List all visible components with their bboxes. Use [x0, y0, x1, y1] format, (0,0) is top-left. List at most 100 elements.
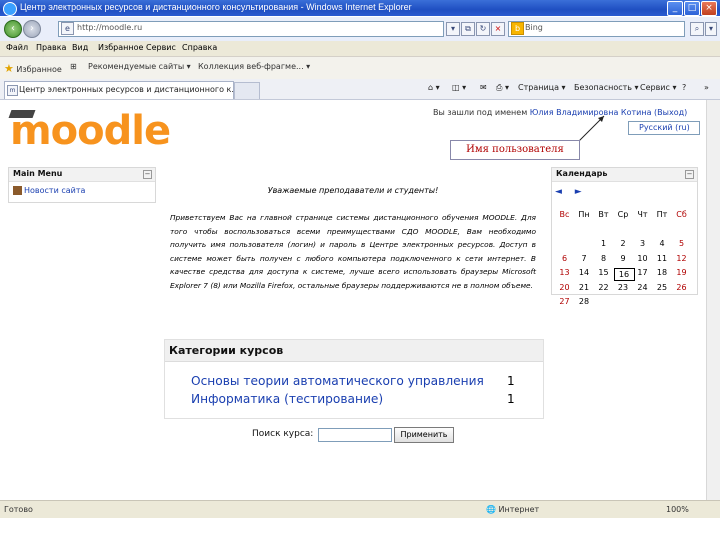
calendar-day[interactable]: 17: [633, 268, 652, 277]
calendar-day[interactable]: 5: [672, 239, 691, 248]
menu-tools[interactable]: Сервис: [146, 43, 176, 52]
star-icon: ★: [4, 62, 14, 75]
menu-file[interactable]: Файл: [6, 43, 28, 52]
favorites-button[interactable]: ★ Избранное: [4, 62, 62, 75]
course-search-button[interactable]: Применить: [394, 427, 454, 443]
calendar-day[interactable]: 25: [653, 283, 672, 292]
internet-zone: 🌐 Интернет: [486, 505, 540, 514]
calendar-prev-icon[interactable]: ◄: [555, 187, 562, 197]
categories-title: Категории курсов: [169, 344, 284, 357]
window-titlebar: Центр электронных ресурсов и дистанционн…: [0, 0, 720, 16]
menu-edit[interactable]: Правка: [36, 43, 66, 52]
more-icon[interactable]: »: [704, 83, 709, 92]
main-menu-block: Main Menu − Новости сайта: [8, 167, 156, 203]
calendar-day[interactable]: 27: [555, 297, 574, 306]
favorites-add-icon[interactable]: ⊞: [70, 62, 77, 71]
calendar-day[interactable]: 26: [672, 283, 691, 292]
calendar-block: Календарь − ◄ ► Вс Пн Вт Ср Чт Пт Сб 1 2 3 4 5 6 7 8 9 1…: [551, 167, 698, 306]
category-link[interactable]: Основы теории автоматического управления: [191, 374, 484, 388]
home-icon[interactable]: ⌂ ▾: [428, 83, 440, 92]
welcome-block: Уважаемые преподаватели и студенты! Прив…: [164, 170, 542, 302]
category-count: 1: [507, 392, 515, 406]
calendar-day[interactable]: 9: [614, 254, 633, 263]
calendar-day[interactable]: 20: [555, 283, 574, 292]
search-input[interactable]: b Bing: [508, 21, 685, 37]
site-news-link[interactable]: Новости сайта: [13, 186, 85, 195]
collapse-icon[interactable]: −: [143, 170, 152, 179]
new-tab-button[interactable]: [234, 82, 260, 99]
tab-title: Центр электронных ресурсов и дистанционн…: [19, 85, 240, 94]
status-bar: Готово 🌐 Интернет 100%: [0, 500, 720, 519]
dropdown-icon[interactable]: ▾: [446, 22, 460, 36]
help-icon[interactable]: ?: [682, 83, 686, 92]
page-icon: e: [61, 22, 74, 35]
zoom-level[interactable]: 100%: [666, 505, 689, 514]
favorites-bar: ★ Избранное ⊞ Рекомендуемые сайты ▾ Колл…: [0, 57, 720, 80]
calendar-weekday: Пн: [578, 210, 590, 219]
calendar-day[interactable]: 3: [633, 239, 652, 248]
page-menu[interactable]: Страница ▾: [518, 83, 566, 92]
feeds-icon[interactable]: ◫ ▾: [452, 83, 466, 92]
calendar-day[interactable]: 19: [672, 268, 691, 277]
main-menu-title: Main Menu: [13, 169, 63, 178]
calendar-weekday: Ср: [617, 210, 629, 219]
calendar-day[interactable]: 24: [633, 283, 652, 292]
calendar-weekday: Сб: [676, 210, 687, 219]
welcome-text: Приветствуем Вас на главной странице сис…: [170, 213, 536, 290]
logout-link[interactable]: (Выход): [654, 108, 687, 117]
calendar-day[interactable]: 15: [594, 268, 613, 277]
maximize-button[interactable]: □: [684, 1, 700, 16]
safety-menu[interactable]: Безопасность ▾: [574, 83, 639, 92]
language-select[interactable]: Русский (ru): [628, 121, 700, 135]
calendar-day[interactable]: 28: [575, 297, 594, 306]
back-button[interactable]: ‹: [4, 20, 22, 38]
menu-favorites[interactable]: Избранное: [98, 43, 143, 52]
calendar-day[interactable]: 2: [614, 239, 633, 248]
calendar-day[interactable]: 22: [594, 283, 613, 292]
collapse-icon[interactable]: −: [685, 170, 694, 179]
calendar-day[interactable]: 1: [594, 239, 613, 248]
address-input[interactable]: e http://moodle.ru: [58, 21, 444, 37]
menu-bar: Файл Правка Вид Избранное Сервис Справка: [0, 41, 720, 57]
mail-icon[interactable]: ✉: [480, 83, 487, 92]
tab-bar: m Центр электронных ресурсов и дистанцио…: [0, 79, 720, 100]
calendar-day[interactable]: 6: [555, 254, 574, 263]
menu-view[interactable]: Вид: [72, 43, 88, 52]
menu-help[interactable]: Справка: [182, 43, 217, 52]
calendar-next-icon[interactable]: ►: [575, 187, 582, 197]
calendar-day[interactable]: 16: [613, 268, 635, 281]
calendar-day[interactable]: 4: [653, 239, 672, 248]
moodle-logo: moodle: [10, 108, 171, 154]
forward-button[interactable]: ›: [23, 20, 41, 38]
refresh-icon[interactable]: ↻: [476, 22, 490, 36]
course-search-input[interactable]: [318, 428, 392, 442]
suggested-sites-link[interactable]: Рекомендуемые сайты ▾: [88, 62, 191, 71]
category-link[interactable]: Информатика (тестирование): [191, 392, 383, 406]
calendar-day[interactable]: 23: [614, 283, 633, 292]
search-icon[interactable]: ⌕: [690, 22, 704, 36]
print-icon[interactable]: ⎙ ▾: [496, 83, 509, 93]
page-favicon-icon: m: [7, 85, 18, 96]
calendar-day[interactable]: 7: [575, 254, 594, 263]
window-title: Центр электронных ресурсов и дистанционн…: [20, 2, 412, 12]
compat-icon[interactable]: ⧉: [461, 22, 475, 36]
calendar-weekday: Вс: [559, 210, 570, 219]
calendar-day[interactable]: 18: [653, 268, 672, 277]
search-text: Bing: [525, 23, 543, 32]
calendar-day[interactable]: 11: [653, 254, 672, 263]
vertical-scrollbar[interactable]: [706, 100, 720, 500]
minimize-button[interactable]: _: [667, 1, 683, 16]
tools-menu[interactable]: Сервис ▾: [640, 83, 676, 92]
search-options-icon[interactable]: ▾: [705, 22, 717, 36]
calendar-day[interactable]: 10: [633, 254, 652, 263]
stop-icon[interactable]: ×: [491, 22, 505, 36]
news-icon: [13, 186, 22, 195]
calendar-day[interactable]: 12: [672, 254, 691, 263]
calendar-day[interactable]: 21: [575, 283, 594, 292]
calendar-day[interactable]: 8: [594, 254, 613, 263]
calendar-day[interactable]: 14: [575, 268, 594, 277]
tab-active[interactable]: m Центр электронных ресурсов и дистанцио…: [4, 81, 239, 99]
close-button[interactable]: ×: [701, 1, 717, 16]
web-slice-gallery-link[interactable]: Коллекция веб-фрагме... ▾: [198, 62, 310, 71]
calendar-day[interactable]: 13: [555, 268, 574, 277]
